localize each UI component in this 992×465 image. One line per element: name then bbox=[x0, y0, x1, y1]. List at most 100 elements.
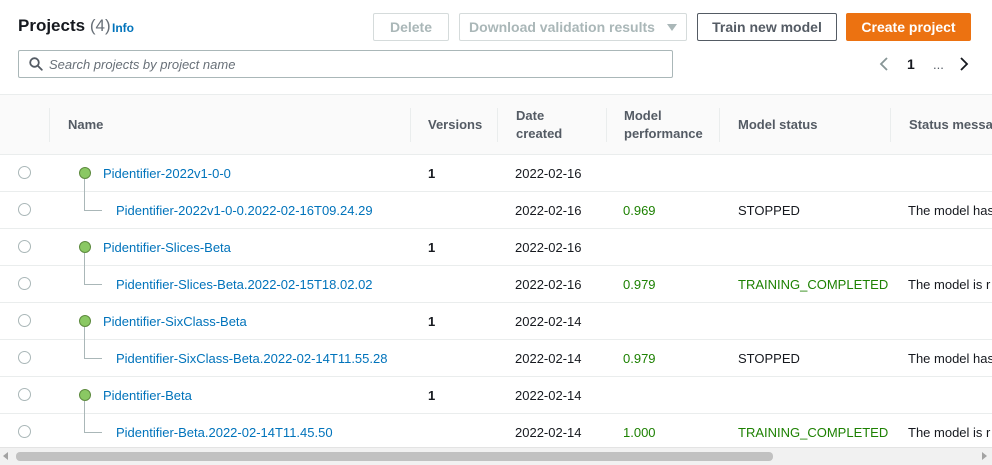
chevron-right-icon bbox=[960, 57, 969, 71]
table-header: Name Versions Date created Model perform… bbox=[0, 95, 992, 155]
tree-connector-branch bbox=[84, 210, 102, 211]
versions-cell: 1 bbox=[428, 239, 436, 255]
project-node-icon bbox=[79, 167, 91, 179]
tree-connector-line bbox=[84, 192, 85, 211]
tree-connector-line bbox=[84, 179, 85, 192]
page-ellipsis: ... bbox=[933, 56, 944, 72]
tree-connector-line bbox=[84, 340, 85, 359]
model-status-cell: STOPPED bbox=[738, 350, 800, 366]
tree-connector-line bbox=[84, 266, 85, 285]
project-node-icon bbox=[79, 389, 91, 401]
model-status-cell: TRAINING_COMPLETED bbox=[738, 276, 889, 292]
project-node-icon bbox=[79, 241, 91, 253]
model-name-link[interactable]: Pidentifier-Slices-Beta.2022-02-15T18.02… bbox=[116, 266, 373, 302]
column-header-status-message[interactable]: Status message bbox=[909, 95, 992, 155]
create-project-button[interactable]: Create project bbox=[846, 13, 971, 41]
tree-connector-branch bbox=[84, 358, 102, 359]
model-row[interactable]: Pidentifier-SixClass-Beta.2022-02-14T11.… bbox=[0, 340, 992, 377]
scroll-right-icon[interactable] bbox=[982, 452, 987, 460]
status-message-cell: The model has bbox=[908, 202, 992, 218]
download-button-label: Download validation results bbox=[469, 19, 655, 35]
project-name-link[interactable]: Pidentifier-2022v1-0-0 bbox=[103, 155, 231, 191]
column-header-date-created[interactable]: Date created bbox=[516, 95, 586, 155]
train-new-model-button[interactable]: Train new model bbox=[697, 13, 837, 41]
projects-table: Name Versions Date created Model perform… bbox=[0, 94, 992, 447]
scroll-left-icon[interactable] bbox=[3, 452, 8, 460]
model-status-cell: STOPPED bbox=[738, 202, 800, 218]
date-created-cell: 2022-02-16 bbox=[515, 239, 582, 255]
caret-down-icon bbox=[666, 23, 677, 31]
search-input[interactable] bbox=[49, 54, 659, 74]
project-name-link[interactable]: Pidentifier-Beta bbox=[103, 377, 192, 413]
page-number-current[interactable]: 1 bbox=[907, 53, 915, 75]
column-divider bbox=[890, 108, 891, 142]
column-header-model-status[interactable]: Model status bbox=[738, 95, 817, 155]
column-divider bbox=[49, 108, 50, 142]
model-performance-cell: 0.979 bbox=[623, 276, 656, 292]
search-icon bbox=[29, 57, 43, 71]
tree-connector-line bbox=[84, 414, 85, 433]
versions-cell: 1 bbox=[428, 165, 436, 181]
model-name-link[interactable]: Pidentifier-SixClass-Beta.2022-02-14T11.… bbox=[116, 340, 387, 376]
model-row[interactable]: Pidentifier-Slices-Beta.2022-02-15T18.02… bbox=[0, 266, 992, 303]
model-performance-cell: 0.979 bbox=[623, 350, 656, 366]
model-row[interactable]: Pidentifier-Beta.2022-02-14T11.45.50 2022… bbox=[0, 414, 992, 447]
column-header-versions[interactable]: Versions bbox=[428, 95, 482, 155]
status-message-cell: The model is r bbox=[908, 424, 991, 440]
model-performance-cell: 1.000 bbox=[623, 424, 656, 440]
column-divider bbox=[410, 108, 411, 142]
column-header-name[interactable]: Name bbox=[68, 95, 103, 155]
project-row[interactable]: Pidentifier-2022v1-0-0 1 2022-02-16 bbox=[0, 155, 992, 192]
date-created-cell: 2022-02-14 bbox=[515, 424, 582, 440]
page-header: Projects (4) Info Delete Download valida… bbox=[0, 0, 992, 94]
model-row[interactable]: Pidentifier-2022v1-0-0.2022-02-16T09.24.… bbox=[0, 192, 992, 229]
tree-connector-line bbox=[84, 253, 85, 266]
project-name-link[interactable]: Pidentifier-Slices-Beta bbox=[103, 229, 231, 265]
horizontal-scrollbar[interactable] bbox=[0, 447, 992, 465]
project-row[interactable]: Pidentifier-Slices-Beta 1 2022-02-16 bbox=[0, 229, 992, 266]
date-created-cell: 2022-02-14 bbox=[515, 350, 582, 366]
next-page-button[interactable] bbox=[958, 53, 970, 75]
date-created-cell: 2022-02-16 bbox=[515, 202, 582, 218]
tree-connector-branch bbox=[84, 432, 102, 433]
date-created-cell: 2022-02-16 bbox=[515, 276, 582, 292]
column-header-model-performance[interactable]: Model performance bbox=[624, 95, 709, 155]
search-box[interactable] bbox=[18, 50, 673, 78]
row-select-radio[interactable] bbox=[18, 240, 31, 253]
row-select-radio[interactable] bbox=[18, 277, 31, 290]
tree-connector-branch bbox=[84, 284, 102, 285]
delete-button[interactable]: Delete bbox=[373, 13, 449, 41]
scrollbar-thumb[interactable] bbox=[16, 452, 773, 461]
model-performance-cell: 0.969 bbox=[623, 202, 656, 218]
project-row[interactable]: Pidentifier-Beta 1 2022-02-14 bbox=[0, 377, 992, 414]
page-title: Projects (4) bbox=[18, 16, 111, 36]
download-validation-results-button[interactable]: Download validation results bbox=[459, 13, 687, 41]
info-link[interactable]: Info bbox=[112, 21, 134, 35]
project-count: (4) bbox=[89, 16, 111, 35]
row-select-radio[interactable] bbox=[18, 388, 31, 401]
previous-page-button[interactable] bbox=[878, 53, 890, 75]
create-button-label: Create project bbox=[861, 19, 956, 35]
project-name-link[interactable]: Pidentifier-SixClass-Beta bbox=[103, 303, 247, 339]
row-select-radio[interactable] bbox=[18, 425, 31, 438]
versions-cell: 1 bbox=[428, 387, 436, 403]
tree-connector-line bbox=[84, 401, 85, 414]
model-name-link[interactable]: Pidentifier-2022v1-0-0.2022-02-16T09.24.… bbox=[116, 192, 373, 228]
column-divider bbox=[497, 108, 498, 142]
column-divider bbox=[606, 108, 607, 142]
row-select-radio[interactable] bbox=[18, 203, 31, 216]
tree-connector-line bbox=[84, 327, 85, 340]
status-message-cell: The model is r bbox=[908, 276, 991, 292]
status-message-cell: The model has bbox=[908, 350, 992, 366]
date-created-cell: 2022-02-14 bbox=[515, 313, 582, 329]
row-select-radio[interactable] bbox=[18, 351, 31, 364]
versions-cell: 1 bbox=[428, 313, 436, 329]
model-status-cell: TRAINING_COMPLETED bbox=[738, 424, 889, 440]
row-select-radio[interactable] bbox=[18, 166, 31, 179]
date-created-cell: 2022-02-14 bbox=[515, 387, 582, 403]
model-name-link[interactable]: Pidentifier-Beta.2022-02-14T11.45.50 bbox=[116, 414, 333, 447]
project-row[interactable]: Pidentifier-SixClass-Beta 1 2022-02-14 bbox=[0, 303, 992, 340]
row-select-radio[interactable] bbox=[18, 314, 31, 327]
chevron-left-icon bbox=[879, 57, 888, 71]
date-created-cell: 2022-02-16 bbox=[515, 165, 582, 181]
